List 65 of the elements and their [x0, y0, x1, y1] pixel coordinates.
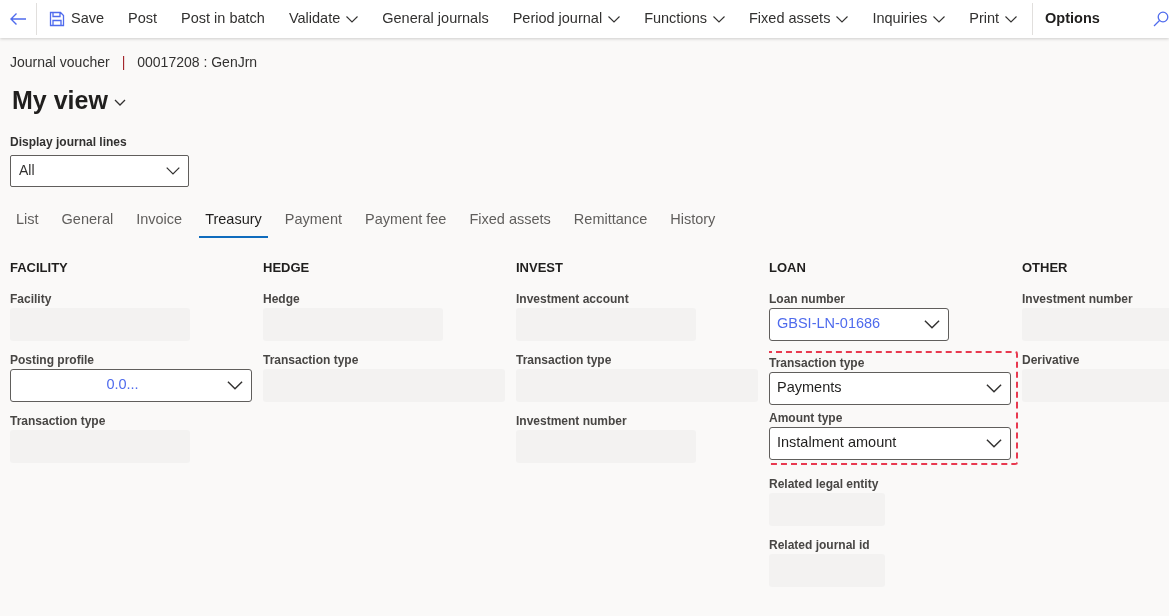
chevron-down-icon	[713, 15, 725, 23]
tab[interactable]: Payment fee	[359, 204, 453, 238]
back-arrow-icon	[9, 12, 27, 26]
section-heading: HEDGE	[263, 258, 311, 276]
save-icon	[49, 11, 65, 27]
tab[interactable]: Payment	[278, 204, 349, 238]
toolbar-button[interactable]: Post in batch	[169, 0, 277, 38]
toolbar-button[interactable]: Inquiries	[860, 0, 958, 38]
field-label: Posting profile	[10, 351, 95, 369]
dropdown-field[interactable]: Instalment amount	[769, 426, 1011, 460]
toolbar-button[interactable]: Validate	[276, 0, 371, 38]
dropdown-field[interactable]: 0.0...	[10, 368, 252, 402]
field-label: Transaction type	[263, 351, 360, 369]
tab[interactable]: General	[55, 204, 120, 238]
section-heading: FACILITY	[10, 258, 69, 276]
section-heading: LOAN	[769, 258, 807, 276]
chevron-down-icon[interactable]	[113, 98, 126, 107]
chevron-down-icon	[227, 380, 243, 390]
field-label: Facility	[10, 290, 53, 308]
chevron-down-icon	[986, 438, 1002, 448]
toolbar-button[interactable]: Print	[957, 0, 1030, 38]
toolbar-button[interactable]: General journals	[370, 0, 501, 38]
field-label: Investment number	[1022, 290, 1134, 308]
field-label: Related legal entity	[769, 475, 880, 493]
chevron-down-icon	[1005, 15, 1018, 23]
section-heading: INVEST	[516, 258, 564, 276]
toolbar-button[interactable]: Post	[116, 0, 170, 38]
chevron-down-icon	[166, 166, 180, 175]
toolbar-button[interactable]: Functions	[632, 0, 737, 38]
field-label: Transaction type	[769, 354, 866, 372]
field-label: Loan number	[769, 290, 846, 308]
tab[interactable]: History	[664, 204, 722, 238]
chevron-down-icon	[346, 15, 359, 23]
chevron-down-icon	[608, 15, 621, 23]
field-label: Investment account	[516, 290, 630, 308]
tab[interactable]: Fixed assets	[463, 204, 557, 238]
tab[interactable]: List	[10, 204, 45, 238]
field-label: Transaction type	[516, 351, 613, 369]
chevron-down-icon	[986, 383, 1002, 393]
toolbar-button[interactable]: Options	[1033, 0, 1112, 38]
field-label: Hedge	[263, 290, 301, 308]
chevron-down-icon	[836, 15, 849, 23]
tab[interactable]: Treasury	[199, 204, 268, 238]
field-label: Investment number	[516, 412, 628, 430]
field-label: Amount type	[769, 409, 844, 427]
search-icon	[1153, 11, 1169, 27]
field-label: Derivative	[1022, 351, 1081, 369]
field-label: Display journal lines	[10, 133, 128, 151]
field-label: Related journal id	[769, 536, 871, 554]
field-label: Transaction type	[10, 412, 107, 430]
record-name: 00017208 : GenJrn	[137, 52, 258, 72]
display-lines-dropdown[interactable]: All	[10, 154, 189, 187]
chevron-down-icon	[924, 319, 940, 329]
tab[interactable]: Invoice	[130, 204, 189, 238]
toolbar-button[interactable]: Fixed assets	[737, 0, 861, 38]
section-heading: OTHER	[1022, 258, 1069, 276]
tab[interactable]: Remittance	[567, 204, 654, 238]
view-title: My view	[12, 85, 108, 116]
dropdown-field[interactable]: GBSI-LN-01686	[769, 307, 949, 341]
dropdown-field[interactable]: Payments	[769, 371, 1011, 405]
page-name: Journal voucher	[10, 52, 110, 72]
chevron-down-icon	[933, 15, 946, 23]
toolbar-button[interactable]: Period journal	[500, 0, 633, 38]
breadcrumb-separator: |	[120, 52, 127, 72]
toolbar-button[interactable]: Save	[37, 0, 117, 38]
